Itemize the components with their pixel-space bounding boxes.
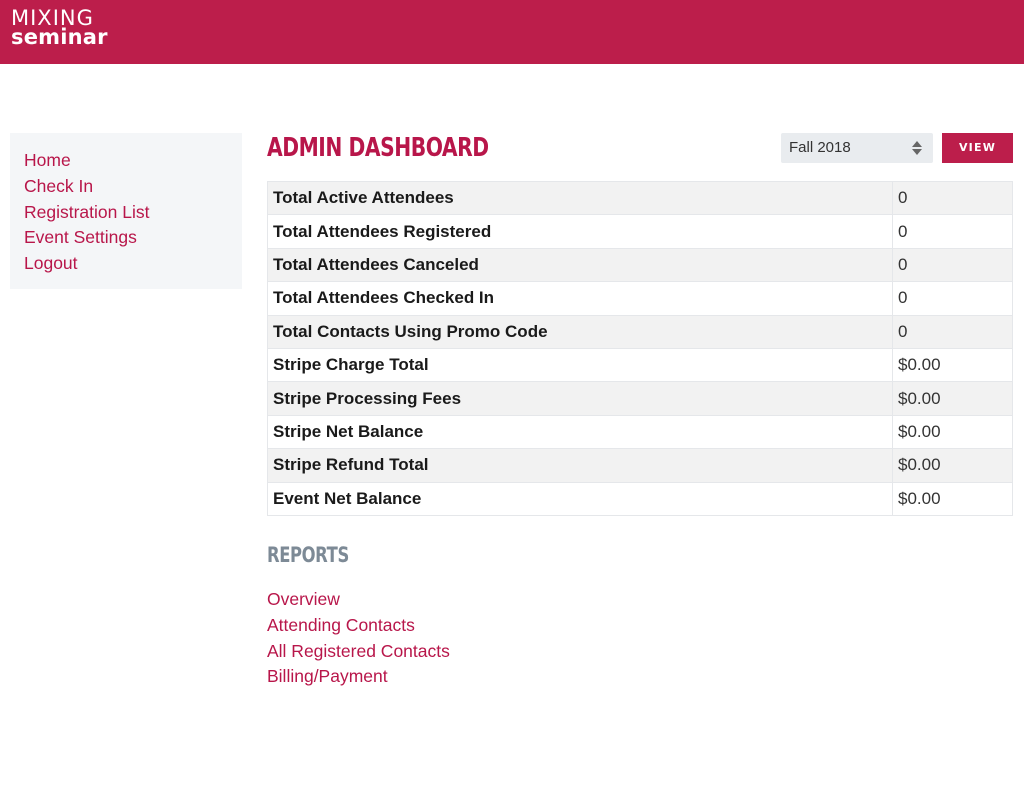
event-select-value: Fall 2018 [789, 139, 851, 156]
sort-arrows-icon [912, 141, 922, 155]
logo-bottom-text: seminar [11, 25, 108, 49]
stat-value: $0.00 [892, 381, 1013, 416]
sidebar-item-home[interactable]: Home [24, 148, 228, 174]
stat-value: $0.00 [892, 347, 1013, 383]
stat-label: Stripe Charge Total [267, 347, 893, 383]
stat-label: Stripe Net Balance [267, 414, 893, 450]
stat-label: Total Contacts Using Promo Code [267, 314, 893, 349]
table-row: Total Active Attendees 0 [267, 180, 1013, 216]
sidebar-nav: Home Check In Registration List Event Se… [10, 133, 242, 289]
table-row: Stripe Processing Fees $0.00 [267, 381, 1013, 416]
sidebar-item-logout[interactable]: Logout [24, 251, 228, 277]
stat-value: 0 [892, 314, 1013, 349]
reports-list: Overview Attending Contacts All Register… [267, 587, 450, 690]
sidebar-item-event-settings[interactable]: Event Settings [24, 225, 228, 251]
report-link-overview[interactable]: Overview [267, 587, 450, 613]
stat-label: Stripe Processing Fees [267, 381, 893, 416]
table-row: Stripe Refund Total $0.00 [267, 448, 1013, 483]
stat-label: Stripe Refund Total [267, 448, 893, 483]
stat-label: Total Active Attendees [267, 180, 893, 216]
stat-label: Total Attendees Registered [267, 214, 893, 249]
mixing-seminar-logo[interactable]: MIXING seminar [11, 8, 108, 48]
stats-table: Total Active Attendees 0 Total Attendees… [267, 180, 1013, 516]
stat-value: 0 [892, 214, 1013, 249]
sidebar-item-registration-list[interactable]: Registration List [24, 200, 228, 226]
stat-label: Event Net Balance [267, 481, 893, 516]
table-row: Total Attendees Canceled 0 [267, 247, 1013, 283]
stat-value: 0 [892, 247, 1013, 283]
table-row: Total Attendees Checked In 0 [267, 281, 1013, 316]
stat-value: 0 [892, 180, 1013, 216]
reports-heading: REPORTS [267, 543, 349, 567]
report-link-billing-payment[interactable]: Billing/Payment [267, 664, 450, 690]
stat-value: $0.00 [892, 481, 1013, 516]
table-row: Total Attendees Registered 0 [267, 214, 1013, 249]
report-link-attending-contacts[interactable]: Attending Contacts [267, 613, 450, 639]
stat-label: Total Attendees Checked In [267, 281, 893, 316]
stat-value: $0.00 [892, 414, 1013, 450]
stat-value: $0.00 [892, 448, 1013, 483]
view-button[interactable]: VIEW [942, 133, 1013, 163]
table-row: Total Contacts Using Promo Code 0 [267, 314, 1013, 349]
table-row: Stripe Charge Total $0.00 [267, 347, 1013, 383]
stat-label: Total Attendees Canceled [267, 247, 893, 283]
stat-value: 0 [892, 281, 1013, 316]
table-row: Stripe Net Balance $0.00 [267, 414, 1013, 450]
header-bar: MIXING seminar [0, 0, 1024, 64]
report-link-all-registered-contacts[interactable]: All Registered Contacts [267, 639, 450, 665]
page-title: ADMIN DASHBOARD [267, 133, 489, 163]
table-row: Event Net Balance $0.00 [267, 481, 1013, 516]
sidebar-item-check-in[interactable]: Check In [24, 174, 228, 200]
event-select[interactable]: Fall 2018 [781, 133, 933, 163]
